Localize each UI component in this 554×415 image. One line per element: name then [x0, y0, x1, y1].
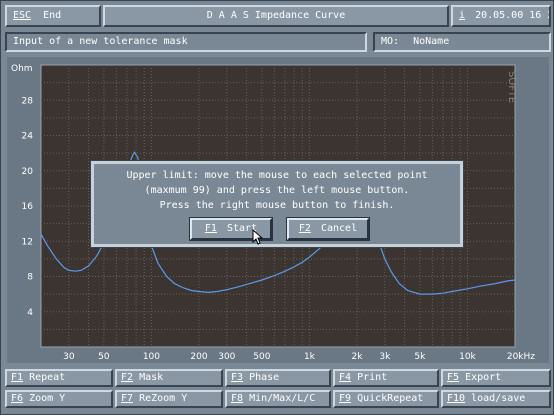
- f2-label: Mask: [139, 372, 164, 383]
- window-title: D A A S Impedance Curve: [206, 10, 346, 21]
- x-tick-label: 5k: [414, 352, 426, 362]
- y-tick-label: 8: [27, 273, 33, 283]
- f7-rezoom-y-button[interactable]: F7 ReZoom Y: [115, 390, 223, 408]
- esc-end-button[interactable]: ESC End: [5, 5, 101, 27]
- watermark-text: SOFTE: [506, 71, 517, 103]
- y-tick-label: 16: [22, 202, 34, 212]
- start-key-label: F1: [204, 223, 217, 234]
- x-tick-label: 10k: [459, 352, 476, 362]
- f2-key-label: F2: [121, 372, 134, 383]
- f5-key-label: F5: [447, 372, 460, 383]
- y-tick-label: 28: [22, 96, 34, 106]
- esc-key-label: ESC: [13, 10, 32, 21]
- x-tick-label: 500: [253, 352, 270, 362]
- x-tick-label: 200: [190, 352, 207, 362]
- f10-key-label: F10: [447, 393, 466, 404]
- f1-label: Repeat: [29, 372, 66, 383]
- cancel-label: Cancel: [320, 223, 358, 234]
- y-tick-label: 20: [22, 167, 34, 177]
- f2-mask-button[interactable]: F2 Mask: [115, 369, 223, 387]
- info-datetime-button[interactable]: i 20.05.00 16 20: [451, 5, 551, 27]
- cancel-button[interactable]: F2 Cancel: [286, 217, 370, 241]
- dialog-text-line-1: Upper limit: move the mouse to each sele…: [126, 170, 428, 181]
- x-tick-label: 3k: [379, 352, 391, 362]
- f8-key-label: F8: [231, 393, 244, 404]
- y-tick-label: 4: [27, 308, 33, 318]
- f1-key-label: F1: [11, 372, 24, 383]
- y-tick-label: 12: [22, 237, 33, 247]
- tolerance-mask-dialog: Upper limit: move the mouse to each sele…: [90, 160, 464, 248]
- dialog-text-line-3: Press the right mouse button to finish.: [159, 200, 395, 211]
- f8-label: Min/Max/L/C: [249, 393, 316, 404]
- x-tick-label: 20kHz: [507, 352, 535, 362]
- y-tick-label: 24: [22, 132, 34, 142]
- f3-key-label: F3: [231, 372, 244, 383]
- f5-label: Export: [465, 372, 502, 383]
- f9-key-label: F9: [339, 393, 352, 404]
- x-tick-label: 2k: [352, 352, 364, 362]
- dialog-text-line-2: (maxmum 99) and press the left mouse but…: [144, 185, 410, 196]
- f1-repeat-button[interactable]: F1 Repeat: [5, 369, 113, 387]
- x-tick-label: 100: [143, 352, 160, 362]
- datetime-label: 20.05.00 16 20: [475, 10, 551, 21]
- y-axis-label: Ohm: [11, 64, 33, 74]
- info-key-label: i: [459, 10, 466, 21]
- x-tick-label: 1k: [304, 352, 316, 362]
- f6-zoom-y-button[interactable]: F6 Zoom Y: [5, 390, 113, 408]
- f7-label: ReZoom Y: [139, 393, 188, 404]
- f3-label: Phase: [249, 372, 280, 383]
- mask-name-value: NoName: [413, 36, 450, 47]
- x-tick-label: 30: [63, 352, 75, 362]
- x-tick-label: 300: [218, 352, 235, 362]
- f4-print-button[interactable]: F4 Print: [333, 369, 439, 387]
- f4-label: Print: [357, 372, 388, 383]
- f4-key-label: F4: [339, 372, 352, 383]
- f10-load-save-button[interactable]: F10 load/save: [441, 390, 551, 408]
- app-window: ESC End D A A S Impedance Curve i 20.05.…: [0, 0, 554, 415]
- cancel-key-label: F2: [298, 223, 311, 234]
- window-title-bar: D A A S Impedance Curve: [103, 5, 449, 27]
- status-message-field: Input of a new tolerance mask: [5, 32, 367, 52]
- f10-label: load/save: [471, 393, 526, 404]
- f7-key-label: F7: [121, 393, 134, 404]
- x-tick-label: 50: [98, 352, 110, 362]
- f6-label: Zoom Y: [29, 393, 66, 404]
- status-message: Input of a new tolerance mask: [13, 36, 188, 47]
- esc-end-label: End: [43, 10, 62, 21]
- f5-export-button[interactable]: F5 Export: [441, 369, 551, 387]
- mouse-pointer-icon: [252, 229, 264, 245]
- f9-label: QuickRepeat: [357, 393, 424, 404]
- f9-quickrepeat-button[interactable]: F9 QuickRepeat: [333, 390, 439, 408]
- f8-minmax-button[interactable]: F8 Min/Max/L/C: [225, 390, 331, 408]
- f3-phase-button[interactable]: F3 Phase: [225, 369, 331, 387]
- mask-name-field: MO: NoName: [373, 32, 551, 52]
- mask-name-label: MO:: [381, 36, 400, 47]
- f6-key-label: F6: [11, 393, 24, 404]
